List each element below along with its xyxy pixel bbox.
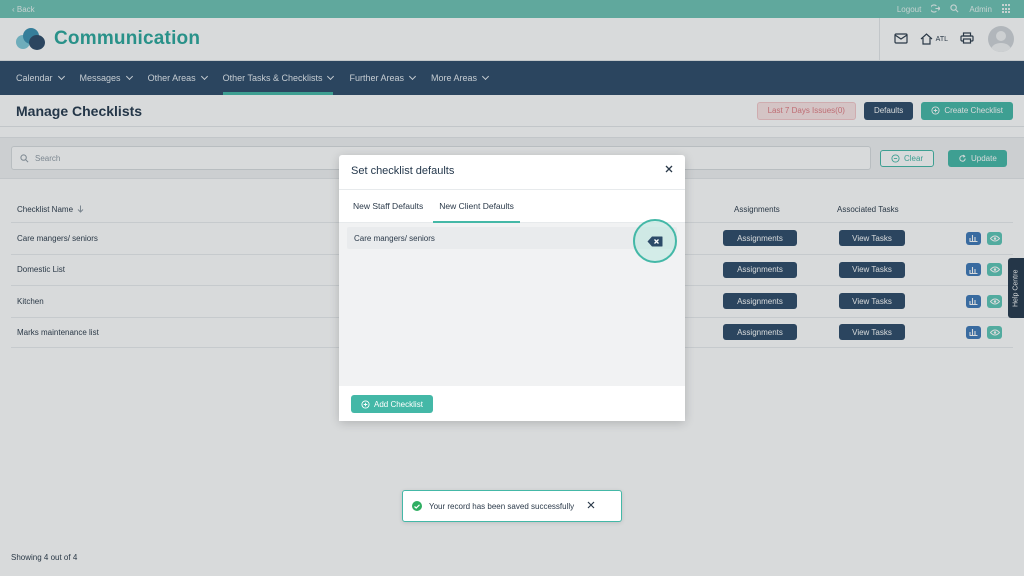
modal-tabs: New Staff Defaults New Client Defaults bbox=[339, 189, 685, 224]
success-check-icon bbox=[412, 501, 422, 511]
plus-circle-icon bbox=[361, 399, 370, 409]
default-checklist-row: Care mangers/ seniors bbox=[347, 227, 677, 249]
modal-footer: Add Checklist bbox=[339, 386, 685, 421]
default-checklist-name: Care mangers/ seniors bbox=[354, 233, 435, 243]
success-toast: Your record has been saved successfully bbox=[402, 490, 622, 522]
tab-new-client-defaults[interactable]: New Client Defaults bbox=[431, 189, 522, 224]
tab-new-staff-defaults[interactable]: New Staff Defaults bbox=[345, 189, 431, 223]
remove-default-button[interactable] bbox=[633, 219, 677, 263]
checklist-defaults-modal: Set checklist defaults New Staff Default… bbox=[339, 155, 685, 421]
add-checklist-button[interactable]: Add Checklist bbox=[351, 395, 433, 413]
modal-title: Set checklist defaults bbox=[351, 165, 455, 177]
toast-message: Your record has been saved successfully bbox=[429, 501, 575, 511]
close-icon[interactable] bbox=[663, 163, 675, 175]
close-icon[interactable] bbox=[587, 501, 595, 511]
backspace-delete-icon bbox=[647, 236, 663, 247]
add-checklist-label: Add Checklist bbox=[374, 399, 423, 409]
